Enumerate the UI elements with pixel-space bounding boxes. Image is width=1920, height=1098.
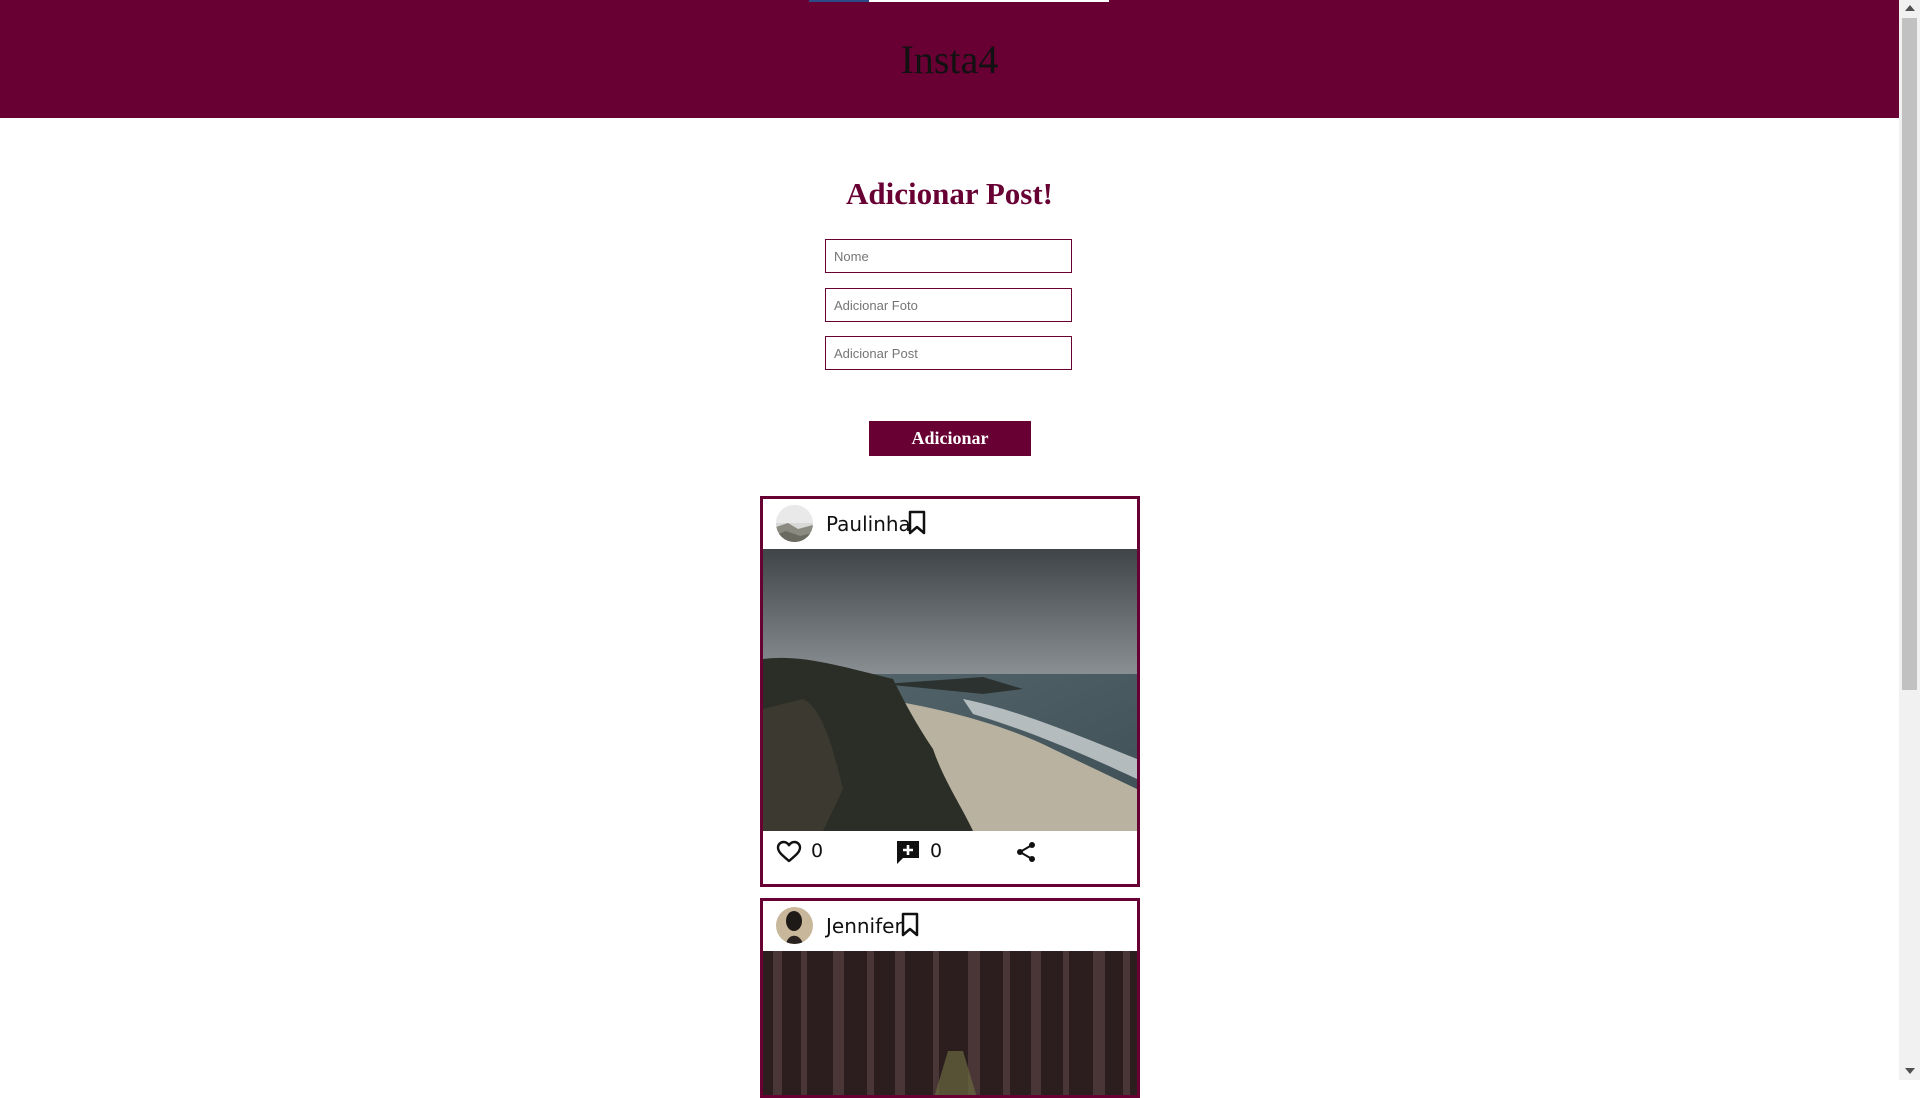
- post-input[interactable]: [825, 336, 1072, 370]
- name-input[interactable]: [825, 239, 1072, 273]
- post-card: Paulinha 0 0: [760, 496, 1140, 887]
- post-username: Jennifer: [826, 914, 903, 938]
- post-header: Paulinha: [763, 499, 1137, 549]
- likes-count: 0: [811, 840, 824, 862]
- scroll-down-arrow-icon[interactable]: [1905, 1068, 1915, 1074]
- page-scrollbar[interactable]: [1899, 0, 1920, 1080]
- scroll-up-arrow-icon[interactable]: [1905, 5, 1915, 11]
- form-title: Adicionar Post!: [846, 176, 1053, 211]
- bookmark-icon[interactable]: [900, 912, 920, 938]
- post-header: Jennifer: [763, 901, 1137, 951]
- post-photo: [763, 951, 1137, 1095]
- avatar: [776, 907, 813, 944]
- bookmark-icon[interactable]: [907, 510, 927, 536]
- post-username: Paulinha: [826, 512, 911, 536]
- post-actions: 0 0: [763, 830, 1137, 880]
- post-photo: [763, 549, 1137, 831]
- avatar: [776, 505, 813, 542]
- header-progress-strip: [809, 0, 1109, 2]
- comments-count: 0: [930, 840, 943, 862]
- scrollbar-thumb[interactable]: [1902, 18, 1917, 690]
- share-icon[interactable]: [1015, 841, 1037, 863]
- post-card: Jennifer: [760, 898, 1140, 1098]
- heart-icon[interactable]: [776, 840, 802, 864]
- add-post-button[interactable]: Adicionar: [869, 421, 1031, 456]
- add-comment-icon[interactable]: [895, 839, 921, 865]
- app-header: Insta4: [0, 0, 1899, 118]
- app-title: Insta4: [900, 37, 999, 82]
- photo-input[interactable]: [825, 288, 1072, 322]
